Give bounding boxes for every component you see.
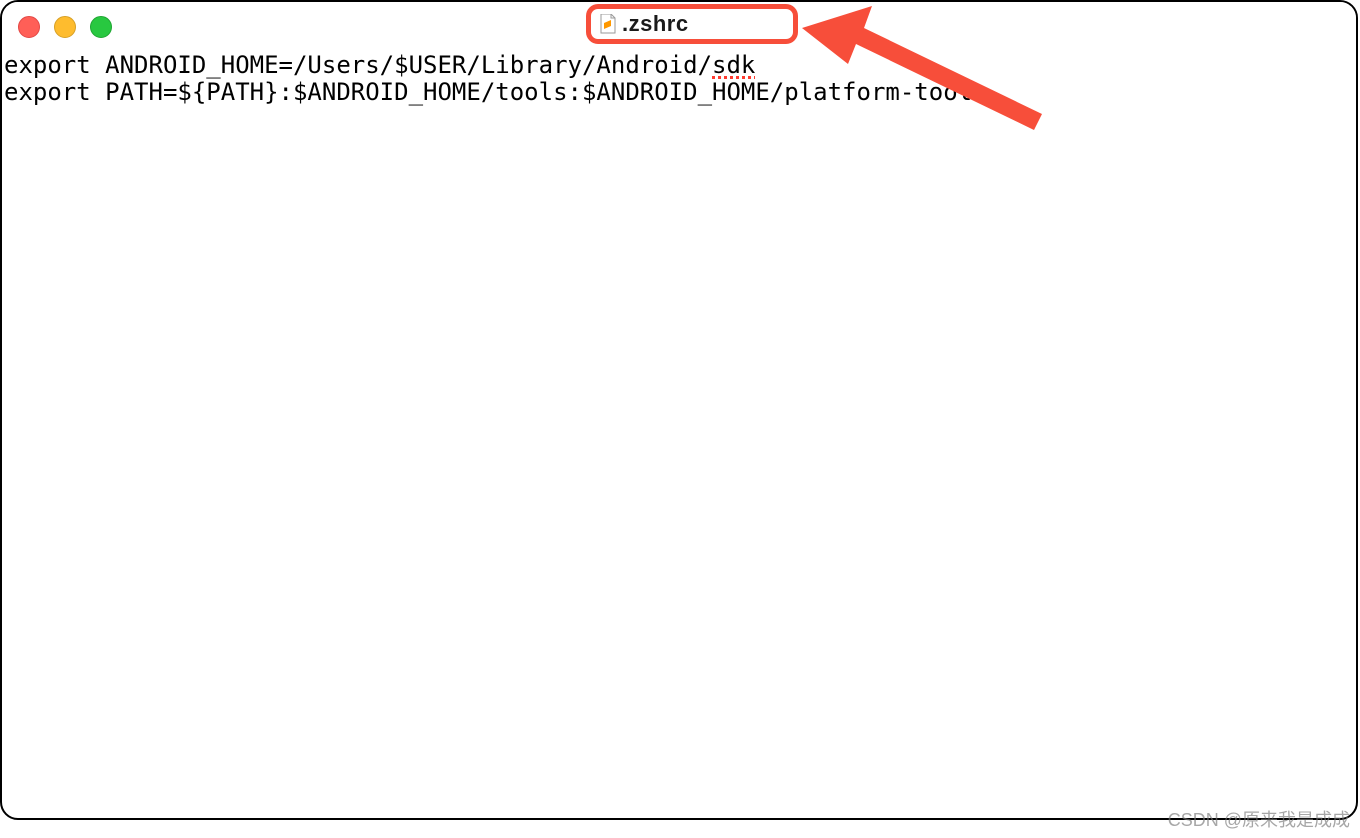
- sublime-file-icon: [600, 14, 616, 34]
- editor-content[interactable]: export ANDROID_HOME=/Users/$USER/Library…: [2, 50, 1356, 818]
- minimize-button[interactable]: [54, 16, 76, 38]
- window-controls: [18, 16, 112, 38]
- close-button[interactable]: [18, 16, 40, 38]
- maximize-button[interactable]: [90, 16, 112, 38]
- code-line-1: export ANDROID_HOME=/Users/$USER/Library…: [4, 51, 755, 79]
- editor-window: .zshrc export ANDROID_HOME=/Users/$USER/…: [0, 0, 1358, 820]
- watermark-text: CSDN @原来我是成成: [1168, 806, 1350, 832]
- spell-marked-word: sdk: [712, 51, 755, 79]
- file-tab[interactable]: .zshrc: [594, 10, 790, 38]
- code-text: export ANDROID_HOME=/Users/$USER/Library…: [4, 51, 712, 79]
- code-line-2: export PATH=${PATH}:$ANDROID_HOME/tools:…: [4, 78, 987, 106]
- tab-filename: .zshrc: [622, 11, 689, 37]
- titlebar[interactable]: .zshrc: [2, 2, 1356, 46]
